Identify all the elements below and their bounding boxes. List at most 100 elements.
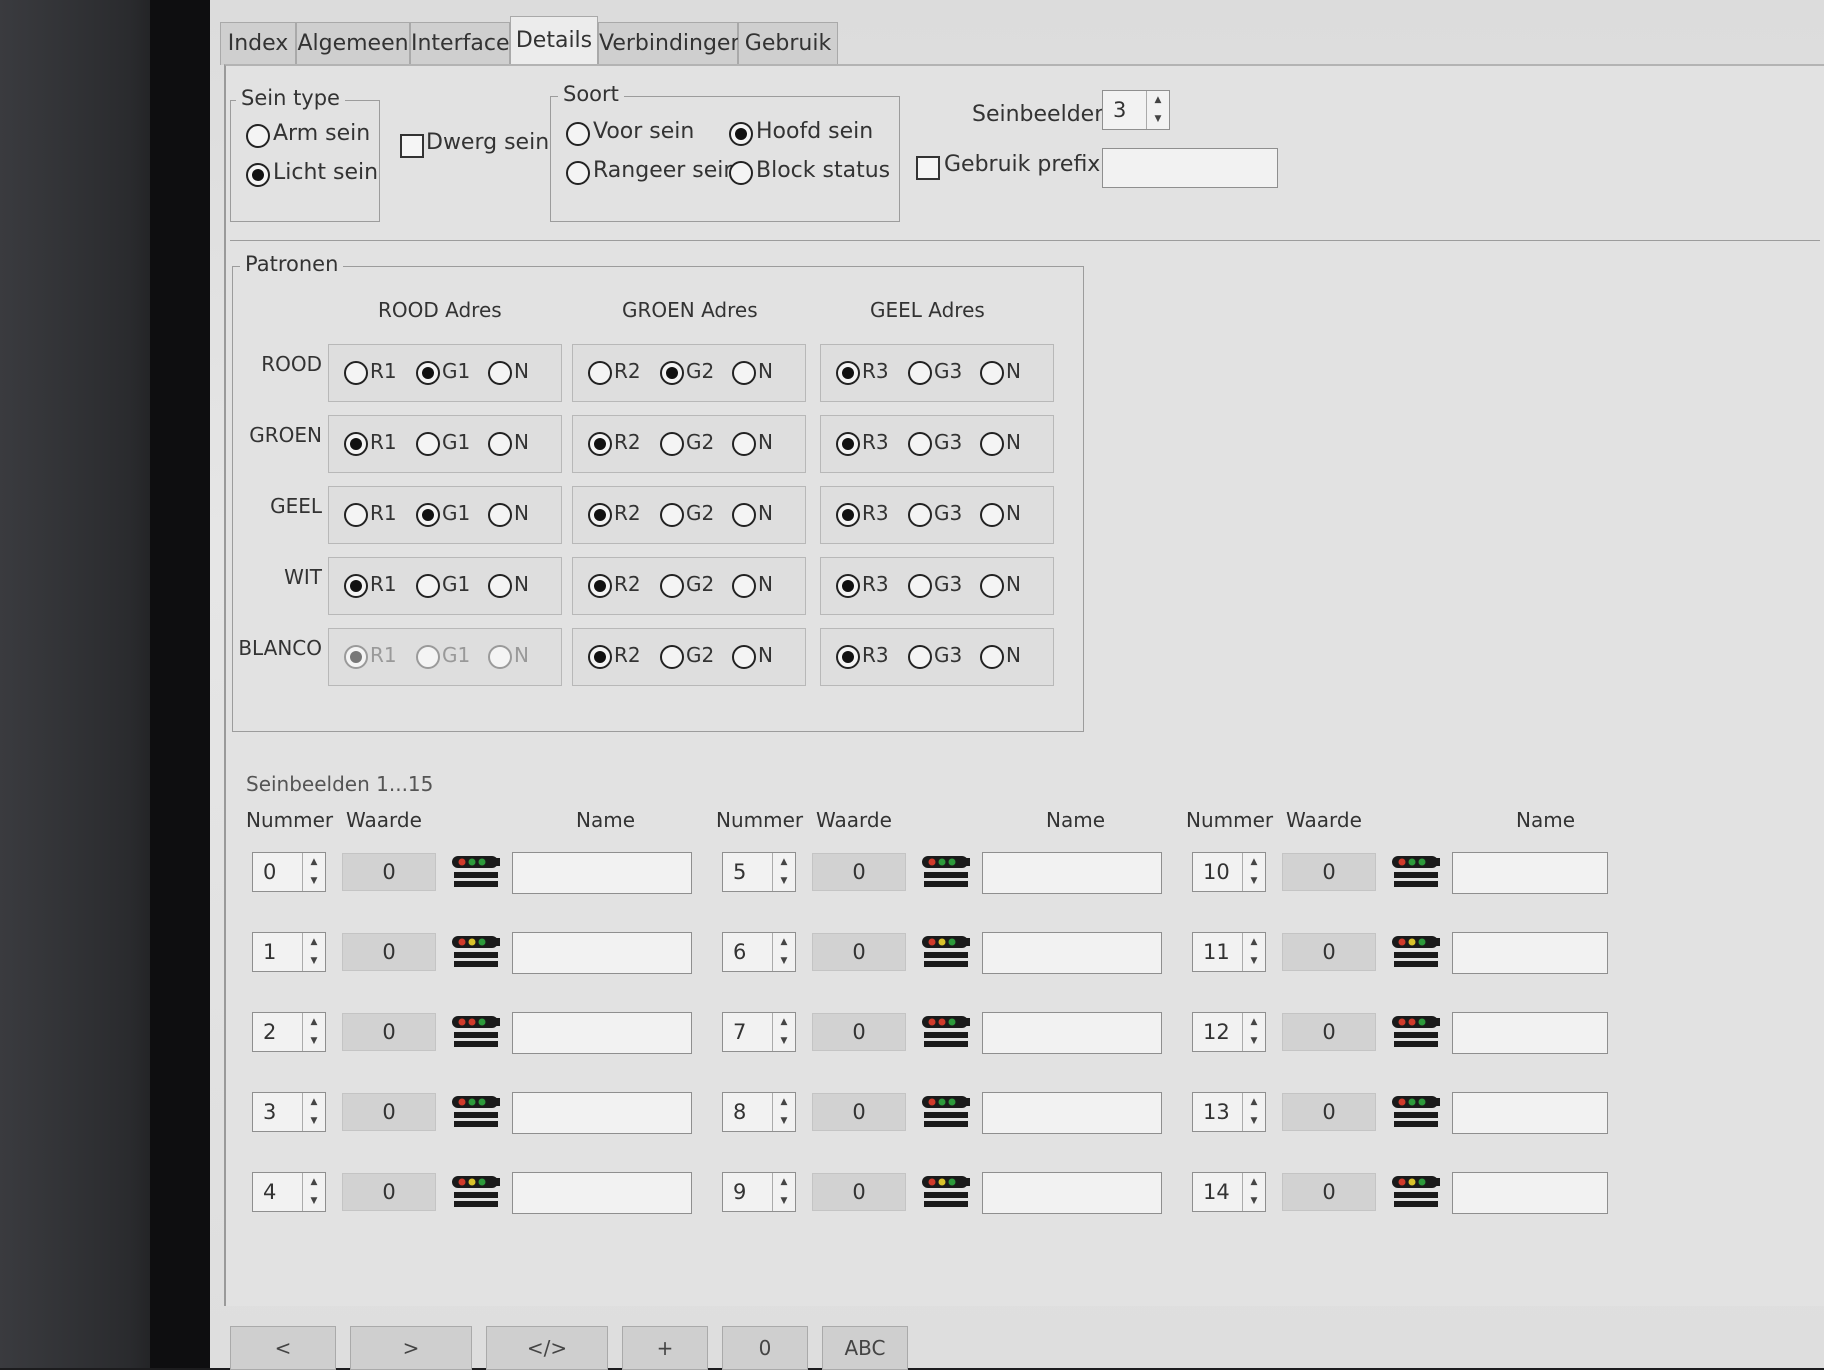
patronen-option-radio[interactable] [488, 503, 512, 527]
tab-details[interactable]: Details [510, 16, 598, 65]
patronen-option-radio[interactable] [980, 645, 1004, 669]
patronen-option-radio[interactable] [344, 503, 368, 527]
name-input[interactable] [982, 1012, 1162, 1054]
nummer-stepper[interactable]: 14 ▲ ▼ [1192, 1172, 1266, 1212]
patronen-option-radio[interactable] [732, 361, 756, 385]
patronen-option-radio[interactable] [416, 361, 440, 385]
patronen-option-radio[interactable] [344, 574, 368, 598]
patronen-option-radio[interactable] [836, 361, 860, 385]
stepper-arrows[interactable]: ▲ ▼ [772, 933, 795, 971]
name-input[interactable] [512, 1092, 692, 1134]
name-input[interactable] [1452, 1172, 1608, 1214]
stepper-arrows[interactable]: ▲ ▼ [1242, 1173, 1265, 1211]
nummer-stepper[interactable]: 5 ▲ ▼ [722, 852, 796, 892]
tab-gebruik[interactable]: Gebruik [738, 22, 838, 65]
name-input[interactable] [512, 1172, 692, 1214]
nummer-stepper[interactable]: 7 ▲ ▼ [722, 1012, 796, 1052]
patronen-option-radio[interactable] [344, 361, 368, 385]
dwerg-sein-checkbox[interactable] [400, 134, 424, 158]
patronen-option-radio[interactable] [416, 503, 440, 527]
patronen-option-radio[interactable] [836, 503, 860, 527]
prefix-input[interactable] [1102, 148, 1278, 188]
name-input[interactable] [982, 852, 1162, 894]
name-input[interactable] [1452, 932, 1608, 974]
nummer-stepper[interactable]: 10 ▲ ▼ [1192, 852, 1266, 892]
patronen-option-radio[interactable] [588, 574, 612, 598]
patronen-option-radio[interactable] [732, 503, 756, 527]
name-input[interactable] [512, 1012, 692, 1054]
patronen-option-radio[interactable] [488, 361, 512, 385]
patronen-option-radio[interactable] [732, 432, 756, 456]
name-input[interactable] [1452, 1092, 1608, 1134]
patronen-option-radio[interactable] [588, 361, 612, 385]
code-button[interactable]: </> [486, 1326, 608, 1370]
stepper-arrows[interactable]: ▲ ▼ [302, 933, 325, 971]
patronen-option-radio[interactable] [908, 361, 932, 385]
patronen-option-radio[interactable] [836, 645, 860, 669]
stepper-arrows[interactable]: ▲ ▼ [1242, 933, 1265, 971]
nummer-stepper[interactable]: 13 ▲ ▼ [1192, 1092, 1266, 1132]
nummer-stepper[interactable]: 9 ▲ ▼ [722, 1172, 796, 1212]
nummer-stepper[interactable]: 4 ▲ ▼ [252, 1172, 326, 1212]
patronen-option-radio[interactable] [660, 645, 684, 669]
patronen-option-radio[interactable] [836, 574, 860, 598]
patronen-option-radio[interactable] [488, 645, 512, 669]
stepper-arrows[interactable]: ▲ ▼ [772, 1173, 795, 1211]
name-input[interactable] [982, 1092, 1162, 1134]
patronen-option-radio[interactable] [732, 645, 756, 669]
patronen-option-radio[interactable] [488, 574, 512, 598]
patronen-option-radio[interactable] [908, 645, 932, 669]
arm-sein-radio[interactable] [246, 124, 270, 148]
name-input[interactable] [512, 932, 692, 974]
name-input[interactable] [1452, 852, 1608, 894]
patronen-option-radio[interactable] [908, 574, 932, 598]
zero-button[interactable]: 0 [722, 1326, 808, 1370]
patronen-option-radio[interactable] [732, 574, 756, 598]
tab-interface[interactable]: Interface [410, 22, 510, 65]
patronen-option-radio[interactable] [588, 645, 612, 669]
nummer-stepper[interactable]: 12 ▲ ▼ [1192, 1012, 1266, 1052]
patronen-option-radio[interactable] [908, 503, 932, 527]
hoofd-sein-radio[interactable] [729, 122, 753, 146]
block-status-radio[interactable] [729, 161, 753, 185]
stepper-arrows[interactable]: ▲ ▼ [1242, 1093, 1265, 1131]
tab-verbindingen[interactable]: Verbindingen [598, 22, 744, 65]
patronen-option-radio[interactable] [980, 574, 1004, 598]
nummer-stepper[interactable]: 2 ▲ ▼ [252, 1012, 326, 1052]
gebruik-prefix-checkbox[interactable] [916, 156, 940, 180]
patronen-option-radio[interactable] [416, 432, 440, 456]
nummer-stepper[interactable]: 11 ▲ ▼ [1192, 932, 1266, 972]
patronen-option-radio[interactable] [416, 645, 440, 669]
patronen-option-radio[interactable] [416, 574, 440, 598]
stepper-arrows[interactable]: ▲ ▼ [1242, 853, 1265, 891]
patronen-option-radio[interactable] [344, 645, 368, 669]
name-input[interactable] [982, 932, 1162, 974]
voor-sein-radio[interactable] [566, 122, 590, 146]
patronen-option-radio[interactable] [660, 503, 684, 527]
stepper-arrows[interactable]: ▲ ▼ [302, 1173, 325, 1211]
stepper-arrows[interactable]: ▲ ▼ [302, 1013, 325, 1051]
abc-button[interactable]: ABC [822, 1326, 908, 1370]
nummer-stepper[interactable]: 1 ▲ ▼ [252, 932, 326, 972]
stepper-arrows[interactable]: ▲ ▼ [302, 853, 325, 891]
patronen-option-radio[interactable] [588, 503, 612, 527]
name-input[interactable] [982, 1172, 1162, 1214]
tab-algemeen[interactable]: Algemeen [296, 22, 410, 65]
stepper-arrows[interactable]: ▲ ▼ [1242, 1013, 1265, 1051]
patronen-option-radio[interactable] [660, 432, 684, 456]
patronen-option-radio[interactable] [836, 432, 860, 456]
stepper-arrows[interactable]: ▲ ▼ [302, 1093, 325, 1131]
nummer-stepper[interactable]: 0 ▲ ▼ [252, 852, 326, 892]
nummer-stepper[interactable]: 3 ▲ ▼ [252, 1092, 326, 1132]
stepper-arrows[interactable]: ▲ ▼ [772, 1013, 795, 1051]
nummer-stepper[interactable]: 6 ▲ ▼ [722, 932, 796, 972]
name-input[interactable] [512, 852, 692, 894]
next-button[interactable]: > [350, 1326, 472, 1370]
patronen-option-radio[interactable] [660, 361, 684, 385]
tab-index[interactable]: Index [220, 22, 296, 65]
stepper-arrows[interactable]: ▲ ▼ [772, 1093, 795, 1131]
rangeer-sein-radio[interactable] [566, 161, 590, 185]
prev-button[interactable]: < [230, 1326, 336, 1370]
patronen-option-radio[interactable] [660, 574, 684, 598]
patronen-option-radio[interactable] [980, 432, 1004, 456]
